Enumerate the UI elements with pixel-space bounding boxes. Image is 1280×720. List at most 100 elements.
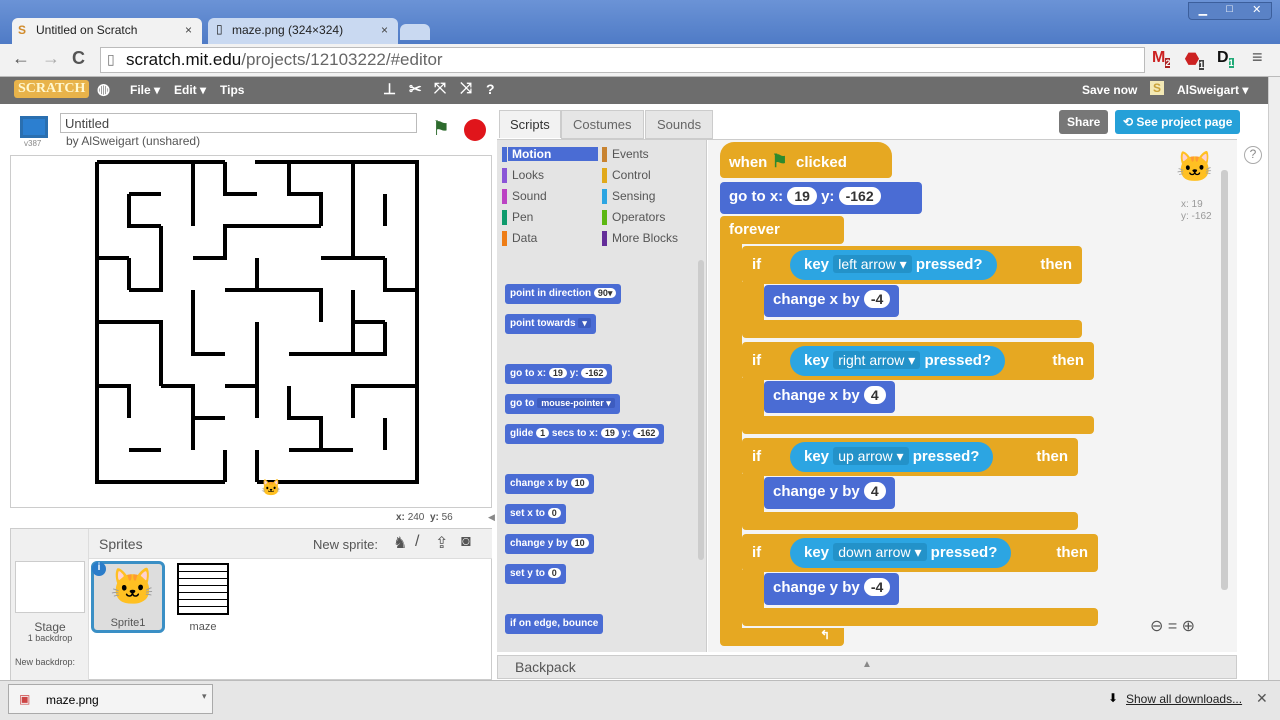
download-menu-icon[interactable]: ▾ [202,691,207,702]
minimize-icon[interactable]: ▁ [1199,3,1207,19]
change-block[interactable]: change y by 4 [764,477,895,509]
menu-edit[interactable]: Edit ▾ [174,83,206,97]
shrink-icon[interactable]: ⤨ [460,80,472,97]
duplicate-stamp-icon[interactable]: ⊥ [383,80,396,98]
sprite-item-maze[interactable]: maze [171,561,235,633]
zoom-out-icon[interactable]: ⊖ [1150,618,1163,635]
zoom-reset-icon[interactable]: = [1168,618,1177,635]
go-to-xy-block[interactable]: go to x: 19 y: -162 [720,182,922,214]
collapse-stage-icon[interactable]: ◀ [488,512,495,523]
key-pressed-block[interactable]: key left arrow ▾ pressed? [790,250,997,280]
category-data[interactable]: Data [502,231,537,246]
if-block[interactable]: if key left arrow ▾ pressed? then [742,246,1082,284]
share-button[interactable]: Share [1059,110,1109,134]
stage-thumbnail[interactable] [15,561,85,613]
tab-scripts[interactable]: Scripts [499,110,561,138]
set-y-block[interactable]: set y to 0 [505,564,566,584]
forward-icon[interactable]: → [42,48,60,69]
menu-file[interactable]: File ▾ [130,83,160,97]
green-flag-icon[interactable]: ⚑ [432,116,450,141]
key-dropdown[interactable]: left arrow ▾ [833,255,912,273]
delete-scissors-icon[interactable]: ✂ [409,80,422,98]
point-towards-block[interactable]: point towards ▾ [505,314,596,334]
maximize-icon[interactable]: □ [1226,3,1233,19]
info-icon[interactable]: i [92,562,106,576]
tab-scratch[interactable]: S Untitled on Scratch × [12,18,202,44]
paint-brush-icon[interactable]: / [415,533,419,551]
grow-icon[interactable]: ⤧ [434,80,446,97]
category-operators[interactable]: Operators [602,210,665,225]
download-item[interactable]: ▣ maze.png ▾ [8,684,213,714]
help-icon[interactable]: ? [486,81,495,97]
adblock-extension-icon[interactable]: ⬣1 [1185,49,1204,71]
new-tab-button[interactable] [400,24,430,40]
key-dropdown[interactable]: up arrow ▾ [833,447,909,465]
set-x-block[interactable]: set x to 0 [505,504,566,524]
key-dropdown[interactable]: right arrow ▾ [833,351,921,369]
change-block[interactable]: change x by -4 [764,285,900,317]
category-more-blocks[interactable]: More Blocks [602,231,678,246]
camera-icon[interactable]: ◙ [461,533,471,551]
close-tab-icon[interactable]: × [381,23,388,37]
save-now-button[interactable]: Save now [1082,83,1137,97]
scripts-scrollbar[interactable] [1221,170,1228,590]
category-events[interactable]: Events [602,147,649,162]
sprite-library-icon[interactable]: ♞ [393,533,407,553]
project-title-input[interactable]: Untitled [60,113,417,133]
menu-icon[interactable]: ≡ [1252,47,1263,68]
zoom-in-icon[interactable]: ⊕ [1182,618,1195,635]
reload-icon[interactable]: C [72,48,85,69]
menu-tips[interactable]: Tips [220,83,244,97]
when-flag-clicked-block[interactable]: when ⚑ clicked [720,142,892,178]
back-icon[interactable]: ← [12,48,30,69]
category-pen[interactable]: Pen [502,210,533,225]
gmail-extension-icon[interactable]: M2 [1152,49,1171,69]
category-looks[interactable]: Looks [502,168,544,183]
key-pressed-block[interactable]: key down arrow ▾ pressed? [790,538,1012,568]
my-stuff-icon[interactable]: S [1150,81,1165,95]
close-tab-icon[interactable]: × [185,23,192,37]
see-project-page-button[interactable]: ⟲ See project page [1115,110,1241,134]
d-extension-icon[interactable]: D1 [1217,49,1234,69]
go-to-block[interactable]: go to mouse-pointer ▾ [505,394,620,414]
close-window-icon[interactable]: ✕ [1252,3,1261,19]
change-block[interactable]: change y by -4 [764,573,900,605]
stop-icon[interactable] [464,119,486,141]
category-motion[interactable]: Motion [502,147,598,162]
if-block[interactable]: if key down arrow ▾ pressed? then [742,534,1098,572]
scratch-logo[interactable]: SCRATCH [14,80,90,98]
presentation-mode-icon[interactable] [20,116,48,138]
close-download-bar-icon[interactable]: ✕ [1256,690,1268,707]
change-y-block[interactable]: change y by 10 [505,534,594,554]
user-menu[interactable]: AlSweigart ▾ [1177,83,1248,97]
if-block[interactable]: if key right arrow ▾ pressed? then [742,342,1094,380]
key-pressed-block[interactable]: key up arrow ▾ pressed? [790,442,994,472]
sprite-item-sprite1[interactable]: i 🐱 Sprite1 [91,561,165,633]
go-to-xy-block[interactable]: go to x: 19 y: -162 [505,364,613,384]
if-block[interactable]: if key up arrow ▾ pressed? then [742,438,1078,476]
expand-arrow-icon[interactable]: ▲ [862,659,872,670]
change-x-block[interactable]: change x by 10 [505,474,594,494]
tab-maze[interactable]: ▯ maze.png (324×324) × [208,18,398,44]
tab-sounds[interactable]: Sounds [645,110,714,139]
tab-costumes[interactable]: Costumes [561,110,644,139]
palette-scrollbar[interactable] [698,260,704,560]
stage[interactable]: 🐱 [10,155,492,508]
category-sensing[interactable]: Sensing [602,189,655,204]
language-globe-icon[interactable]: ◍ [97,80,110,98]
url-bar[interactable]: ▯ scratch.mit.edu/projects/12103222/#edit… [100,47,1145,73]
category-control[interactable]: Control [602,168,651,183]
show-all-downloads-link[interactable]: Show all downloads... [1126,692,1242,706]
cat-sprite[interactable]: 🐱 [261,478,281,498]
upload-icon[interactable]: ⇪ [435,533,448,553]
bounce-block[interactable]: if on edge, bounce [505,614,604,634]
backpack[interactable]: Backpack ▲ [497,655,1237,679]
page-scrollbar[interactable] [1268,77,1280,680]
key-dropdown[interactable]: down arrow ▾ [833,543,927,561]
change-block[interactable]: change x by 4 [764,381,895,413]
category-sound[interactable]: Sound [502,189,547,204]
help-panel-icon[interactable]: ? [1244,146,1262,164]
key-pressed-block[interactable]: key right arrow ▾ pressed? [790,346,1006,376]
glide-block[interactable]: glide 1 secs to x: 19 y: -162 [505,424,665,444]
point-in-direction-block[interactable]: point in direction 90▾ [505,284,622,304]
